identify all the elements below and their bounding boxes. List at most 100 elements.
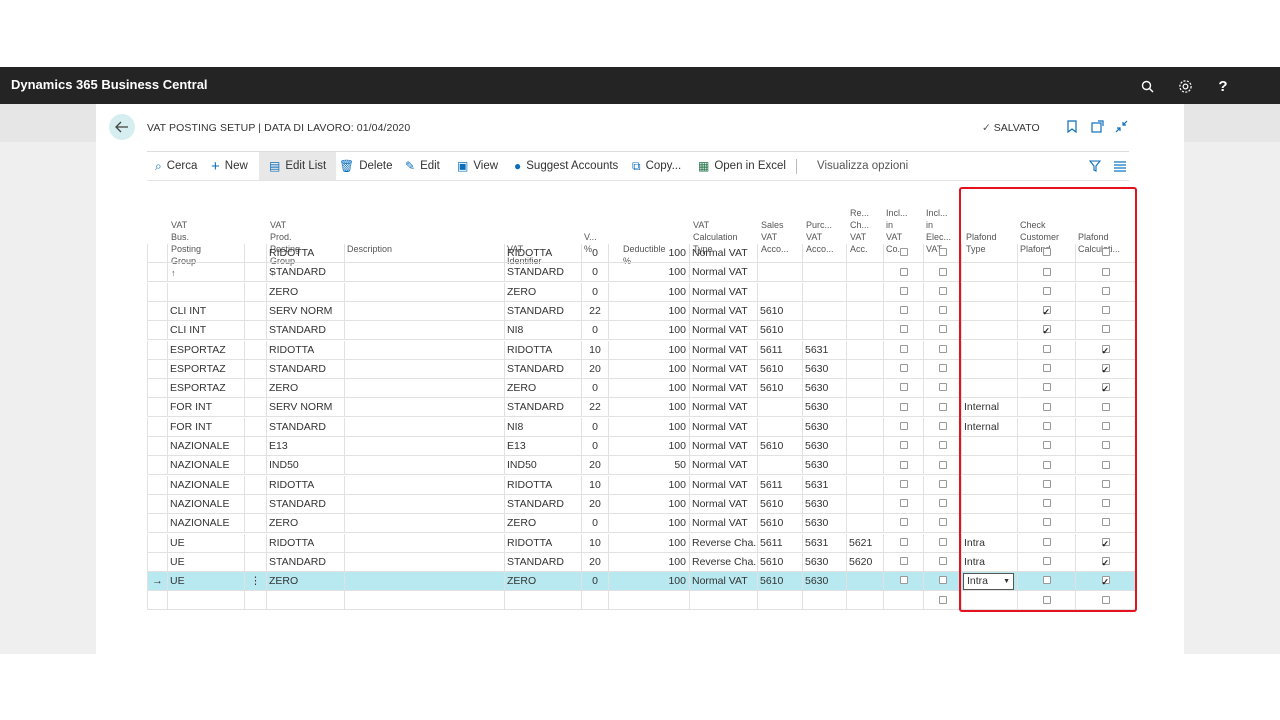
cell-desc[interactable] [344, 494, 504, 514]
checkbox[interactable] [938, 576, 947, 585]
cell-bus[interactable]: FOR INT [167, 398, 244, 418]
cell-ident[interactable]: ZERO [504, 379, 581, 399]
cell-rev[interactable] [846, 475, 883, 495]
cell-purch[interactable]: 5630 [802, 552, 846, 572]
cell-desc[interactable] [344, 263, 504, 283]
cell-bus[interactable] [167, 244, 244, 263]
cell-desc[interactable] [344, 552, 504, 572]
cell-ince[interactable] [923, 244, 961, 263]
cell-rev[interactable] [846, 263, 883, 283]
cell-purch[interactable]: 5630 [802, 417, 846, 437]
row-menu-icon[interactable]: ⋮ [244, 572, 266, 592]
cell-calc[interactable]: Normal VAT [689, 398, 757, 418]
cell-rev[interactable] [846, 340, 883, 360]
cell-purch[interactable]: 5630 [802, 379, 846, 399]
cell-calc[interactable]: Normal VAT [689, 359, 757, 379]
cell-rev[interactable] [846, 244, 883, 263]
checkbox[interactable] [899, 364, 908, 373]
cell-sales[interactable]: 5610 [757, 301, 802, 321]
cell-ident[interactable]: STANDARD [504, 494, 581, 514]
delete-button[interactable]: 🗑 Delete [339, 152, 392, 180]
cell-ince[interactable] [923, 552, 961, 572]
cell-ded[interactable]: 100 [608, 263, 689, 283]
cell-sales[interactable]: 5610 [757, 572, 802, 592]
cell-ded[interactable]: 100 [608, 475, 689, 495]
cell-sales[interactable]: 5611 [757, 475, 802, 495]
cell-bus[interactable]: UE [167, 533, 244, 553]
list-view-icon[interactable] [1114, 152, 1126, 180]
checkbox[interactable] [938, 557, 947, 566]
cell-calc[interactable]: Normal VAT [689, 301, 757, 321]
checkbox[interactable] [938, 460, 947, 469]
cell-purch[interactable] [802, 321, 846, 341]
cell-ince[interactable] [923, 379, 961, 399]
checkbox[interactable] [938, 402, 947, 411]
cell-ident[interactable]: RIDOTTA [504, 340, 581, 360]
cell-purch[interactable] [802, 282, 846, 302]
cell-calc[interactable]: Normal VAT [689, 437, 757, 456]
cell-bus[interactable]: ESPORTAZ [167, 340, 244, 360]
cell-calc[interactable]: Normal VAT [689, 340, 757, 360]
cell-ded[interactable]: 100 [608, 359, 689, 379]
cell-purch[interactable] [802, 263, 846, 283]
cell-desc[interactable] [344, 475, 504, 495]
checkbox[interactable] [938, 537, 947, 546]
cell-ince[interactable] [923, 591, 961, 611]
cell-rev[interactable] [846, 456, 883, 476]
cell-ince[interactable] [923, 263, 961, 283]
cell-prod[interactable] [266, 591, 344, 611]
cell-ince[interactable] [923, 437, 961, 456]
checkbox[interactable] [899, 402, 908, 411]
checkbox[interactable] [938, 344, 947, 353]
cell-sales[interactable]: 5610 [757, 514, 802, 534]
cell-prod[interactable]: STANDARD [266, 263, 344, 283]
cell-calc[interactable]: Reverse Cha... [689, 533, 757, 553]
cell-arrow[interactable] [147, 340, 167, 360]
cell-sales[interactable]: 5610 [757, 321, 802, 341]
cell-menu[interactable] [244, 379, 266, 399]
checkbox[interactable] [938, 306, 947, 315]
copy-button[interactable]: ⧉ Copy... [632, 152, 681, 180]
cell-ded[interactable]: 100 [608, 437, 689, 456]
gear-icon[interactable] [1175, 76, 1195, 96]
cell-ident[interactable]: IND50 [504, 456, 581, 476]
cell-menu[interactable] [244, 494, 266, 514]
cell-sales[interactable]: 5610 [757, 379, 802, 399]
cell-desc[interactable] [344, 244, 504, 263]
cell-arrow[interactable] [147, 379, 167, 399]
cell-rev[interactable] [846, 591, 883, 611]
cell-prod[interactable]: E13 [266, 437, 344, 456]
cell-ince[interactable] [923, 398, 961, 418]
checkbox[interactable] [899, 286, 908, 295]
cell-pct[interactable]: 10 [581, 533, 608, 553]
cell-arrow[interactable] [147, 437, 167, 456]
cell-ded[interactable]: 100 [608, 301, 689, 321]
cell-purch[interactable]: 5630 [802, 494, 846, 514]
checkbox[interactable] [899, 325, 908, 334]
cell-inc[interactable] [883, 398, 923, 418]
cell-desc[interactable] [344, 379, 504, 399]
cell-ded[interactable]: 50 [608, 456, 689, 476]
cell-ident[interactable]: STANDARD [504, 301, 581, 321]
cell-rev[interactable]: 5620 [846, 552, 883, 572]
cell-inc[interactable] [883, 417, 923, 437]
cell-ident[interactable]: RIDOTTA [504, 475, 581, 495]
cell-menu[interactable] [244, 591, 266, 611]
cell-arrow[interactable] [147, 533, 167, 553]
checkbox[interactable] [899, 576, 908, 585]
cell-arrow[interactable] [147, 263, 167, 283]
new-button[interactable]: + New [211, 152, 248, 180]
cell-arrow[interactable] [147, 456, 167, 476]
edit-list-button[interactable]: ▤ Edit List [259, 152, 337, 180]
cell-calc[interactable]: Reverse Cha... [689, 552, 757, 572]
cell-ident[interactable]: RIDOTTA [504, 533, 581, 553]
open-in-excel-button[interactable]: ▦ Open in Excel [698, 152, 786, 180]
cell-ince[interactable] [923, 417, 961, 437]
cell-pct[interactable]: 0 [581, 437, 608, 456]
cell-bus[interactable] [167, 263, 244, 283]
cell-ince[interactable] [923, 282, 961, 302]
cell-bus[interactable]: NAZIONALE [167, 437, 244, 456]
cell-pct[interactable]: 22 [581, 398, 608, 418]
row-pointer-icon[interactable]: → [147, 572, 167, 592]
checkbox[interactable] [899, 248, 908, 257]
